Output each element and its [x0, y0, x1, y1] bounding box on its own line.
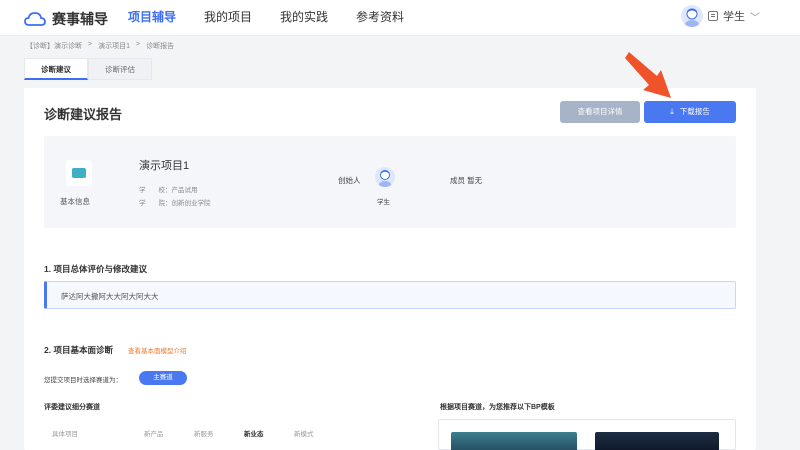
nav-item-project-coaching[interactable]: 项目辅导	[128, 0, 176, 36]
breadcrumb-separator-icon: >	[88, 41, 93, 48]
download-icon: ⤓	[670, 107, 674, 116]
download-label: 下载报告	[679, 107, 710, 116]
nav-item-my-practice[interactable]: 我的实践	[280, 0, 328, 36]
user-avatar-icon	[378, 170, 392, 187]
project-name: 演示项目1	[139, 160, 190, 172]
grid-header-cell: 新模式	[294, 431, 314, 438]
user-role: 学生	[723, 11, 745, 23]
user-menu[interactable]: 学生 ﹀	[681, 5, 760, 27]
section-1-title: 1. 项目总体评价与修改建议	[44, 264, 147, 274]
tab-diagnosis-evaluation[interactable]: 诊断评估	[88, 58, 152, 80]
breadcrumb: 【诊断】演示诊断 > 演示项目1 > 诊断报告	[26, 41, 174, 51]
grid-header-cell: 具体项目	[52, 431, 78, 438]
nav-item-references[interactable]: 参考资料	[356, 0, 404, 36]
page-title: 诊断建议报告	[44, 107, 123, 122]
project-icon	[66, 160, 92, 186]
judge-track-subtitle: 评委建议细分赛道	[44, 404, 100, 411]
cloud-logo-icon	[24, 12, 46, 26]
top-nav: 赛事辅导 项目辅导 我的项目 我的实践 参考资料 学生 ﹀	[0, 0, 800, 36]
grid-header-cell: 新服务	[194, 431, 214, 438]
section-2-title: 2. 项目基本面诊断	[44, 345, 113, 355]
view-model-intro-link[interactable]: 查看基本面模型介绍	[128, 345, 187, 355]
nav-item-my-projects[interactable]: 我的项目	[204, 0, 252, 36]
track-grid-header: 具体项目 新产品 新服务 新业态 新模式	[52, 428, 344, 438]
main-nav: 项目辅导 我的项目 我的实践 参考资料	[128, 0, 432, 36]
download-report-button[interactable]: ⤓ 下载报告	[644, 101, 736, 123]
breadcrumb-item[interactable]: 【诊断】演示诊断	[26, 41, 82, 51]
logo[interactable]: 赛事辅导	[24, 9, 108, 29]
creator-role: 学生	[377, 199, 390, 206]
report-tabs: 诊断建议 诊断评估	[24, 58, 152, 80]
project-info-panel: 基本信息 演示项目1 学 校：产品试用 学 院：创新创业学院 创始人 学生 成员…	[44, 136, 736, 228]
track-badge: 主赛道	[139, 371, 187, 385]
breadcrumb-item: 诊断报告	[146, 43, 175, 50]
members-text: 成员 暂无	[450, 176, 483, 185]
evaluation-text: 萨达阿大撒阿大大阿大阿大大	[61, 292, 159, 301]
view-project-details-button[interactable]: 查看项目详情	[560, 101, 640, 123]
bp-template-subtitle: 根据项目赛道，为您推荐以下BP模板	[440, 404, 555, 411]
annotation-arrow-icon	[625, 52, 671, 98]
creator-label: 创始人	[338, 176, 361, 185]
grid-header-cell: 新业态	[244, 431, 264, 438]
book-icon	[72, 168, 86, 178]
id-card-icon	[708, 11, 718, 21]
breadcrumb-separator-icon: >	[136, 41, 141, 48]
chevron-down-icon[interactable]: ﹀	[750, 9, 760, 24]
college-text: 学 院：创新创业学院	[139, 200, 211, 207]
user-avatar-icon	[684, 8, 700, 27]
grid-header-cell: 新产品	[144, 431, 164, 438]
school-text: 学 校：产品试用	[139, 187, 198, 194]
logo-text: 赛事辅导	[52, 11, 108, 27]
bp-template-list	[438, 419, 736, 450]
basic-info-label: 基本信息	[60, 197, 90, 206]
creator-avatar	[375, 167, 395, 187]
report-card: 诊断建议报告 查看项目详情 ⤓ 下载报告 基本信息 演示项目1 学 校：产品试用 …	[24, 88, 756, 450]
breadcrumb-item[interactable]: 演示项目1	[98, 41, 130, 51]
bp-template-thumbnail[interactable]	[595, 432, 719, 450]
track-label: 您提交项目时选择赛道为：	[44, 377, 122, 384]
tab-diagnosis-advice[interactable]: 诊断建议	[24, 58, 88, 80]
evaluation-box: 萨达阿大撒阿大大阿大阿大大	[44, 281, 736, 309]
avatar[interactable]	[681, 5, 703, 27]
bp-template-thumbnail[interactable]	[451, 432, 577, 450]
